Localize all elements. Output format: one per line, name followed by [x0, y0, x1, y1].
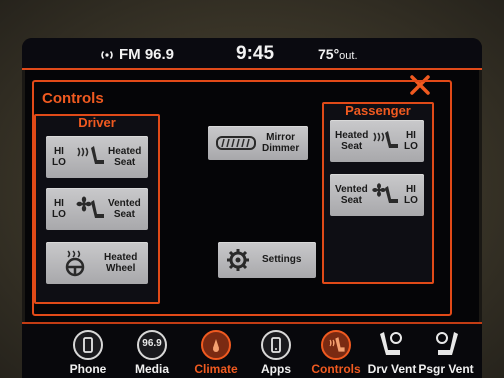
mirror-icon [216, 136, 256, 150]
driver-title: Driver [78, 115, 116, 130]
outside-temperature: 75°out. [318, 46, 358, 62]
mirror-dimmer-button[interactable]: Mirror Dimmer [208, 126, 308, 160]
driver-heated-seat-button[interactable]: HI LO Heated Seat [46, 136, 148, 178]
driver-vented-seat-lo: LO [52, 209, 66, 220]
temperature-suffix: out. [339, 50, 358, 62]
passenger-section: Passenger Heated Seat HI LO Vented Seat [322, 102, 434, 284]
panel-title: Controls [42, 90, 104, 107]
mirror-dimmer-label-1: Mirror [266, 132, 296, 143]
status-divider [22, 68, 482, 70]
passenger-vent-icon [436, 332, 458, 355]
close-button[interactable] [407, 72, 433, 98]
clock: 9:45 [236, 43, 275, 64]
radio-status[interactable]: FM 96.9 [100, 46, 174, 63]
vented-seat-icon [76, 196, 104, 218]
driver-vented-seat-button[interactable]: HI LO Vented Seat [46, 188, 148, 230]
gear-icon [227, 249, 249, 271]
nav-apps-label: Apps [261, 362, 291, 376]
passenger-heated-seat-label-1: Heated [335, 130, 369, 141]
nav-passenger-vent-label: Psgr Vent [418, 362, 474, 376]
driver-vented-seat-hi: HI [53, 198, 64, 209]
radio-signal-icon [101, 50, 113, 59]
heated-seat-icon [373, 131, 398, 148]
close-icon [410, 75, 430, 95]
driver-heated-seat-label-1: Heated [108, 146, 142, 157]
heated-wheel-label-1: Heated [104, 252, 138, 263]
nav-controls[interactable]: Controls [308, 324, 364, 378]
temperature-value: 75° [318, 46, 340, 62]
nav-passenger-vent[interactable]: Psgr Vent [418, 324, 474, 378]
status-bar: FM 96.9 9:45 75°out. [22, 38, 482, 68]
heated-wheel-label-2: Wheel [105, 263, 136, 274]
media-badge: 96.9 [142, 338, 162, 349]
driver-vent-icon [380, 332, 402, 355]
mirror-dimmer-label-2: Dimmer [262, 143, 300, 154]
touchscreen: FM 96.9 9:45 75°out. Driver HI LO Heated… [22, 38, 482, 378]
settings-label: Settings [262, 254, 302, 265]
bottom-nav-bar: Phone 96.9 Media Climate Apps Controls D… [22, 322, 482, 378]
vented-seat-icon [372, 183, 398, 203]
passenger-title: Passenger [345, 103, 411, 118]
settings-button[interactable]: Settings [218, 242, 316, 278]
passenger-heated-seat-label-2: Seat [341, 141, 363, 152]
passenger-vented-seat-lo: LO [404, 195, 418, 206]
passenger-heated-seat-button[interactable]: Heated Seat HI LO [330, 120, 424, 162]
passenger-vented-seat-button[interactable]: Vented Seat HI LO [330, 174, 424, 216]
driver-vented-seat-label-2: Seat [113, 209, 135, 220]
passenger-vented-seat-label-1: Vented [335, 184, 368, 195]
controls-glyph [329, 337, 345, 352]
driver-heated-seat-label-2: Seat [114, 157, 136, 168]
heated-seat-icon [77, 146, 104, 164]
apps-glyph [271, 337, 281, 353]
driver-heated-seat-hi: HI [53, 146, 64, 157]
phone-glyph [83, 337, 93, 353]
nav-apps[interactable]: Apps [248, 324, 304, 378]
radio-station: FM 96.9 [119, 46, 175, 63]
nav-climate[interactable]: Climate [188, 324, 244, 378]
climate-glyph [213, 339, 219, 352]
passenger-vented-seat-hi: HI [405, 184, 416, 195]
nav-phone-label: Phone [69, 362, 107, 376]
driver-section: Driver HI LO Heated Seat HI LO Vented Se… [34, 114, 160, 304]
nav-media-label: Media [134, 362, 169, 376]
driver-heated-seat-lo: LO [52, 157, 66, 168]
passenger-heated-seat-hi: HI [405, 130, 416, 141]
driver-vented-seat-label-1: Vented [108, 198, 141, 209]
heated-wheel-button[interactable]: Heated Wheel [46, 242, 148, 284]
passenger-heated-seat-lo: LO [404, 141, 418, 152]
passenger-vented-seat-label-2: Seat [340, 195, 362, 206]
nav-climate-label: Climate [194, 362, 238, 376]
heated-wheel-icon [65, 250, 85, 277]
nav-media[interactable]: 96.9 Media [124, 324, 180, 378]
nav-phone[interactable]: Phone [60, 324, 116, 378]
